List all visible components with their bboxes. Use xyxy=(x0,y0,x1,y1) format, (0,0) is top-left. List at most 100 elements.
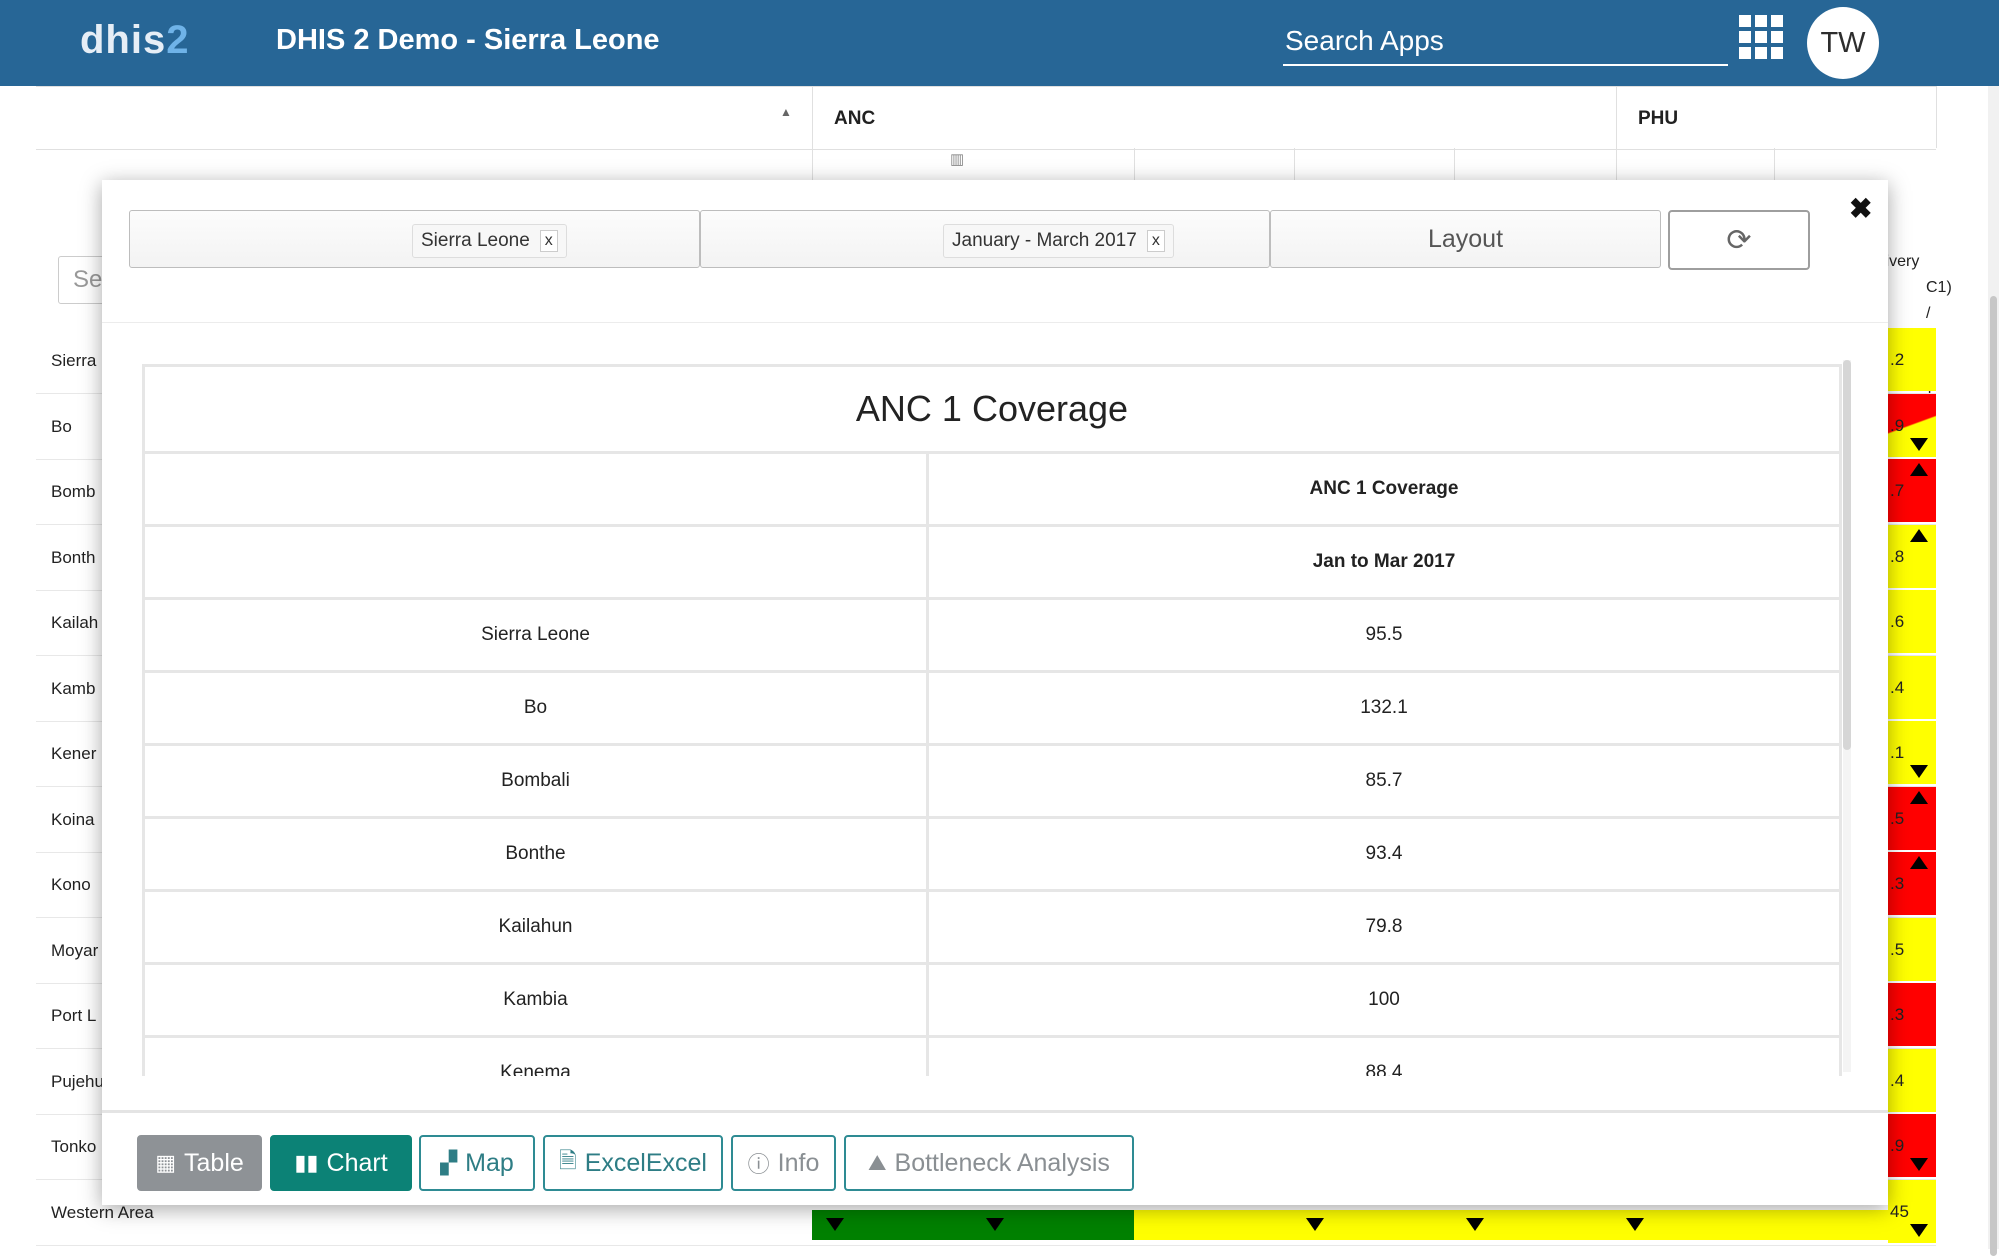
excel-button-label: ExcelExcel xyxy=(584,1148,707,1177)
table-row: Kenema 88.4 xyxy=(142,1035,1842,1076)
indicator-value: .3 xyxy=(1890,874,1905,893)
trend-down-icon xyxy=(1306,1218,1324,1231)
page-scrollbar-thumb[interactable] xyxy=(1990,296,1997,1256)
row-label: Tonko xyxy=(51,1137,97,1156)
page-scrollbar[interactable] xyxy=(1988,86,1999,1256)
table-row: Bombali 85.7 xyxy=(142,743,1842,819)
row-label: Moyar xyxy=(51,940,99,960)
sort-up-icon[interactable]: ▲ xyxy=(780,105,792,119)
road-icon: ⛰ xyxy=(868,1150,887,1175)
bottleneck-analysis-button[interactable]: ⛰ Bottleneck Analysis xyxy=(844,1135,1134,1191)
row-label: Koina xyxy=(51,809,95,829)
user-avatar[interactable]: TW xyxy=(1807,7,1879,79)
indicator-value: .5 xyxy=(1890,939,1905,959)
value-cell: 100 xyxy=(926,962,1842,1038)
logo-text: dhis xyxy=(80,18,167,62)
trend-down-icon xyxy=(1910,437,1928,451)
org-unit-cell: Kailahun xyxy=(142,889,929,965)
row-divider xyxy=(36,1244,1936,1246)
row-label: Bomb xyxy=(51,482,96,501)
indicator-value: .7 xyxy=(1890,481,1905,500)
remove-org-unit-button[interactable]: x xyxy=(539,230,558,252)
refresh-button[interactable]: ⟳ xyxy=(1668,210,1810,270)
apps-grid-icon[interactable] xyxy=(1739,15,1783,59)
results-container[interactable]: ANC 1 Coverage ANC 1 Coverage Jan to Mar… xyxy=(142,364,1848,1076)
table-button-label: Table xyxy=(184,1148,244,1177)
row-label: Bonth xyxy=(51,547,96,567)
org-unit-cell: Kenema xyxy=(142,1035,929,1076)
bar-chart-icon: ▮▮ xyxy=(294,1150,319,1175)
indicator-value: .2 xyxy=(1890,350,1905,369)
indicator-cell xyxy=(1134,1210,1888,1240)
info-button[interactable]: ⓘ Info xyxy=(731,1135,836,1191)
trend-up-icon xyxy=(1910,790,1928,804)
org-unit-cell: Bonthe xyxy=(142,816,929,892)
corner-cell xyxy=(142,524,929,600)
org-unit-filter[interactable]: Sierra Leone x xyxy=(129,210,700,268)
close-icon[interactable]: ✖ xyxy=(1849,192,1872,225)
value-cell: 88.4 xyxy=(926,1035,1842,1076)
org-unit-cell: Kambia xyxy=(142,962,929,1038)
indicator-cell xyxy=(812,1210,1134,1240)
indicator-value: .9 xyxy=(1890,415,1905,435)
phu-subheader-line: C1) / xyxy=(1926,279,1952,322)
top-bar: dhis2 DHIS 2 Demo - Sierra Leone TW xyxy=(0,0,1999,86)
map-icon: ▞ xyxy=(440,1150,458,1175)
row-label: Bo xyxy=(51,416,72,436)
trend-down-icon xyxy=(1626,1218,1644,1231)
info-icon: ⓘ xyxy=(747,1152,770,1177)
bar-chart-icon[interactable]: ▥ xyxy=(950,150,964,168)
org-unit-chip-label: Sierra Leone xyxy=(421,230,530,251)
column-header: ANC 1 Coverage xyxy=(926,451,1842,527)
trend-down-icon xyxy=(1910,1158,1928,1171)
value-cell: 79.8 xyxy=(926,889,1842,965)
results-scrollbar-thumb[interactable] xyxy=(1843,360,1851,750)
search-apps-field xyxy=(1283,20,1732,66)
trend-down-icon xyxy=(1910,765,1928,778)
search-apps-input[interactable] xyxy=(1283,20,1732,62)
results-scrollbar[interactable] xyxy=(1843,360,1851,1072)
value-cell: 95.5 xyxy=(926,597,1842,673)
remove-period-button[interactable]: x xyxy=(1146,230,1165,252)
modal-toolbar: Sierra Leone x January - March 2017 x La… xyxy=(102,180,1888,323)
group-header-phu: PHU xyxy=(1638,108,1679,129)
corner-cell xyxy=(142,451,929,527)
table-row: Kambia 100 xyxy=(142,962,1842,1038)
results-table: ANC 1 Coverage ANC 1 Coverage Jan to Mar… xyxy=(142,364,1842,1076)
table-row: Bo 132.1 xyxy=(142,670,1842,746)
group-header-row: ▲ ANC PHU xyxy=(36,86,1936,150)
app-title: DHIS 2 Demo - Sierra Leone xyxy=(276,24,660,56)
row-label: Kener xyxy=(51,744,97,763)
indicator-value: .8 xyxy=(1890,546,1905,566)
excel-download-button[interactable]: 🗎 ExcelExcel xyxy=(543,1135,723,1191)
row-label: Kono xyxy=(51,875,91,894)
layout-button[interactable]: Layout xyxy=(1270,210,1661,268)
indicator-value: .1 xyxy=(1890,743,1905,762)
dhis2-logo[interactable]: dhis2 xyxy=(80,18,189,63)
org-unit-cell: Bombali xyxy=(142,743,929,819)
table-title: ANC 1 Coverage xyxy=(142,364,1842,454)
indicator-value: .5 xyxy=(1890,808,1905,828)
indicator-value: .4 xyxy=(1890,677,1905,697)
trend-up-icon xyxy=(1910,856,1928,869)
period-chip-label: January - March 2017 xyxy=(952,230,1137,251)
indicator-value: 45 xyxy=(1890,1201,1909,1221)
value-cell: 132.1 xyxy=(926,670,1842,746)
map-view-button[interactable]: ▞ Map xyxy=(419,1135,535,1191)
trend-up-icon xyxy=(1910,528,1928,542)
table-row: Kailahun 79.8 xyxy=(142,889,1842,965)
row-label: Kailah xyxy=(51,613,99,632)
period-chip[interactable]: January - March 2017 x xyxy=(943,224,1174,258)
chart-button-label: Chart xyxy=(326,1148,388,1177)
table-icon: ▦ xyxy=(155,1150,177,1175)
chart-view-button[interactable]: ▮▮ Chart xyxy=(270,1135,412,1191)
row-label: Kamb xyxy=(51,678,96,698)
period-filter[interactable]: January - March 2017 x xyxy=(700,210,1270,268)
row-label: Port L xyxy=(51,1006,97,1025)
trend-down-icon xyxy=(826,1218,844,1231)
bottleneck-button-label: Bottleneck Analysis xyxy=(894,1148,1110,1177)
org-unit-chip[interactable]: Sierra Leone x xyxy=(412,224,567,258)
table-view-button[interactable]: ▦ Table xyxy=(137,1135,262,1191)
period-header: Jan to Mar 2017 xyxy=(926,524,1842,600)
trend-down-icon xyxy=(986,1218,1004,1231)
